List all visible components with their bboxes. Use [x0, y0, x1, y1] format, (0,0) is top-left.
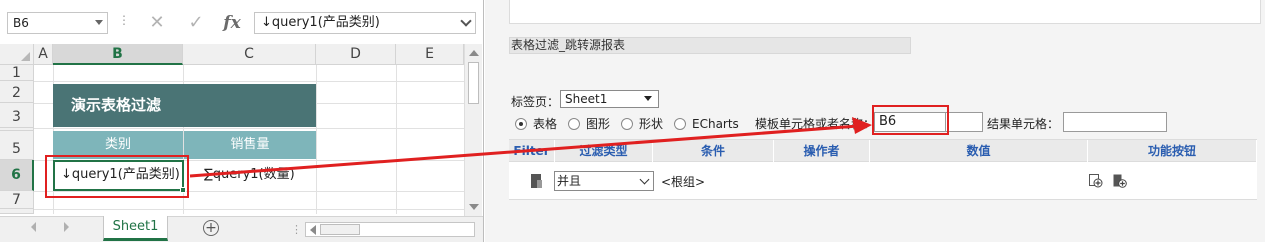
- column-filter: Filter: [509, 140, 555, 162]
- scroll-thumb[interactable]: [468, 62, 479, 104]
- annotation-highlight-b6: [45, 155, 189, 198]
- tab-splitter-icon[interactable]: ⋮: [291, 223, 302, 236]
- radio-label: 形状: [639, 117, 664, 131]
- column-header-e[interactable]: E: [396, 44, 464, 65]
- formula-bar-grip-icon: ⋮: [118, 13, 130, 27]
- row-header-6[interactable]: 6: [0, 160, 34, 191]
- column-operator: 操作者: [774, 140, 870, 162]
- formula-input[interactable]: ↓query1(产品类别): [254, 12, 476, 34]
- cancel-icon[interactable]: ✕: [144, 10, 170, 36]
- logic-select-value: 并且: [557, 174, 582, 188]
- row-header-2[interactable]: 2: [0, 81, 34, 103]
- radio-chart[interactable]: 图形: [568, 116, 610, 132]
- row-header-1[interactable]: 1: [0, 65, 34, 81]
- cell-c6[interactable]: ∑query1(数量): [204, 160, 316, 190]
- radio-unchecked-icon[interactable]: [568, 118, 580, 130]
- vertical-scrollbar[interactable]: [464, 44, 482, 216]
- row-header-3[interactable]: 3: [0, 103, 34, 128]
- result-cell-input[interactable]: [1063, 112, 1167, 132]
- horizontal-scroll-thumb[interactable]: [320, 224, 360, 235]
- annotation-highlight-template-cell: [872, 105, 949, 135]
- header-cell-sales[interactable]: 销售量: [184, 131, 316, 159]
- row-header-7[interactable]: 7: [0, 191, 34, 209]
- radio-shape[interactable]: 形状: [621, 116, 663, 132]
- add-group-icon[interactable]: [1113, 174, 1127, 188]
- section-title: 表格过滤_跳转源报表: [509, 37, 911, 54]
- add-condition-icon[interactable]: [1089, 174, 1103, 188]
- name-box-value: B6: [13, 16, 29, 30]
- title-cell[interactable]: 演示表格过滤: [53, 84, 316, 127]
- column-header-b[interactable]: B: [53, 44, 183, 65]
- filter-row: 并且 <根组>: [509, 162, 1257, 200]
- radio-unchecked-icon[interactable]: [621, 118, 633, 130]
- chevron-down-icon[interactable]: [639, 174, 650, 185]
- logic-select[interactable]: 并且: [554, 171, 654, 191]
- template-cell-label: 模板单元格或者名称：: [755, 117, 876, 131]
- column-function-buttons: 功能按钮: [1088, 140, 1257, 162]
- sheet-select-value: Sheet1: [565, 92, 608, 106]
- horizontal-scrollbar[interactable]: [305, 222, 475, 237]
- sheet-select[interactable]: Sheet1: [560, 90, 659, 108]
- gridline: [34, 81, 464, 82]
- result-cell-label: 结果单元格：: [987, 117, 1060, 131]
- radio-table[interactable]: 表格: [515, 116, 557, 132]
- top-panel: [509, 0, 1261, 24]
- root-group-label: <根组>: [661, 175, 706, 189]
- select-all-button[interactable]: [0, 44, 34, 65]
- radio-unchecked-icon[interactable]: [674, 118, 686, 130]
- enter-icon[interactable]: ✓: [183, 10, 209, 36]
- column-condition: 条件: [653, 140, 774, 162]
- column-header-d[interactable]: D: [316, 44, 396, 65]
- column-header-c[interactable]: C: [183, 44, 316, 65]
- radio-label: 图形: [586, 117, 611, 131]
- sheet-tab-bar: Sheet1 + ⋮: [0, 216, 483, 242]
- scroll-down-icon[interactable]: [469, 204, 479, 210]
- name-box-dropdown-icon[interactable]: [95, 20, 103, 25]
- radio-label: 表格: [533, 117, 558, 131]
- scroll-left-icon[interactable]: [310, 225, 316, 235]
- tab-page-label: 标签页：: [511, 95, 560, 109]
- column-filter-type: 过滤类型: [555, 140, 653, 162]
- filter-table-header: Filter 过滤类型 条件 操作者 数值 功能按钮: [509, 139, 1257, 162]
- sheet-tab-sheet1[interactable]: Sheet1: [103, 216, 168, 241]
- column-value: 数值: [870, 140, 1088, 162]
- name-box[interactable]: B6: [7, 12, 108, 34]
- scroll-up-icon[interactable]: [469, 50, 479, 56]
- formula-bar: B6 ⋮ ✕ ✓ fx ↓query1(产品类别): [0, 0, 483, 44]
- formula-expand-icon[interactable]: [460, 15, 472, 27]
- row-header-5[interactable]: 5: [0, 131, 34, 160]
- template-cell-input-extension[interactable]: [946, 112, 983, 132]
- gridline: [34, 128, 464, 129]
- radio-checked-icon[interactable]: [515, 118, 527, 130]
- filter-designer-panel: 表格过滤_跳转源报表 标签页： Sheet1 表格 图形 形状 ECharts …: [485, 0, 1265, 242]
- prev-sheet-icon[interactable]: [31, 222, 36, 232]
- excel-window: B6 ⋮ ✕ ✓ fx ↓query1(产品类别) A B C D E 1 2 …: [0, 0, 484, 242]
- radio-label: ECharts: [692, 117, 739, 131]
- column-header-a[interactable]: A: [34, 44, 53, 65]
- drag-handle-icon[interactable]: [531, 174, 542, 188]
- add-sheet-icon[interactable]: +: [203, 220, 219, 236]
- radio-echarts[interactable]: ECharts: [674, 116, 739, 132]
- row-header-8[interactable]: 8: [0, 209, 34, 214]
- chevron-down-icon[interactable]: [644, 96, 652, 101]
- function-icon[interactable]: fx: [219, 10, 245, 36]
- next-sheet-icon[interactable]: [64, 222, 69, 232]
- formula-text: ↓query1(产品类别): [261, 15, 380, 30]
- gridline: [34, 209, 464, 210]
